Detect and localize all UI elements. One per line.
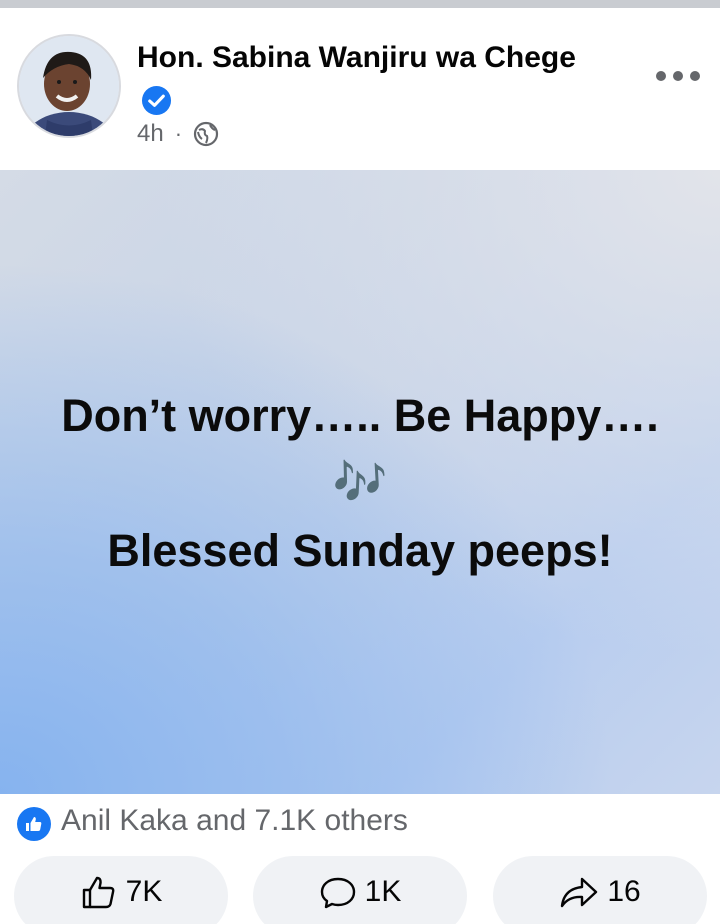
- like-count: 7K: [125, 875, 163, 908]
- thumbs-up-icon: [82, 876, 115, 909]
- post-actions: 7K 1K 16: [0, 852, 720, 924]
- author-name[interactable]: Hon. Sabina Wanjiru wa Chege: [137, 41, 576, 75]
- like-button[interactable]: 7K: [14, 856, 228, 924]
- image-text-line3: Blessed Sunday peeps!: [107, 525, 613, 576]
- verified-badge-icon: [141, 85, 172, 116]
- share-arrow-icon: [561, 877, 598, 908]
- more-options-icon[interactable]: [656, 66, 700, 86]
- post-meta: 4h ·: [137, 120, 219, 148]
- image-text-line1: Don’t worry….. Be Happy….: [61, 390, 659, 441]
- share-button[interactable]: 16: [493, 856, 707, 924]
- comment-count: 1K: [364, 875, 402, 908]
- post-image[interactable]: Don’t worry….. Be Happy…. 🎶 Blessed Sund…: [0, 170, 720, 794]
- comment-button[interactable]: 1K: [253, 856, 467, 924]
- post-time[interactable]: 4h: [137, 120, 164, 148]
- reactions-bar[interactable]: Anil Kaka and 7.1K others: [0, 794, 720, 850]
- reaction-summary[interactable]: Anil Kaka and 7.1K others: [61, 804, 408, 838]
- top-divider: [0, 0, 720, 14]
- meta-separator: ·: [174, 121, 183, 146]
- like-badge-icon: [17, 807, 51, 841]
- music-notes-emoji: 🎶: [332, 457, 388, 508]
- globe-icon: [193, 121, 219, 147]
- post-header: Hon. Sabina Wanjiru wa Chege 4h ·: [0, 14, 720, 170]
- comment-bubble-icon: [320, 877, 355, 909]
- share-count: 16: [607, 875, 641, 908]
- author-avatar[interactable]: [17, 34, 121, 138]
